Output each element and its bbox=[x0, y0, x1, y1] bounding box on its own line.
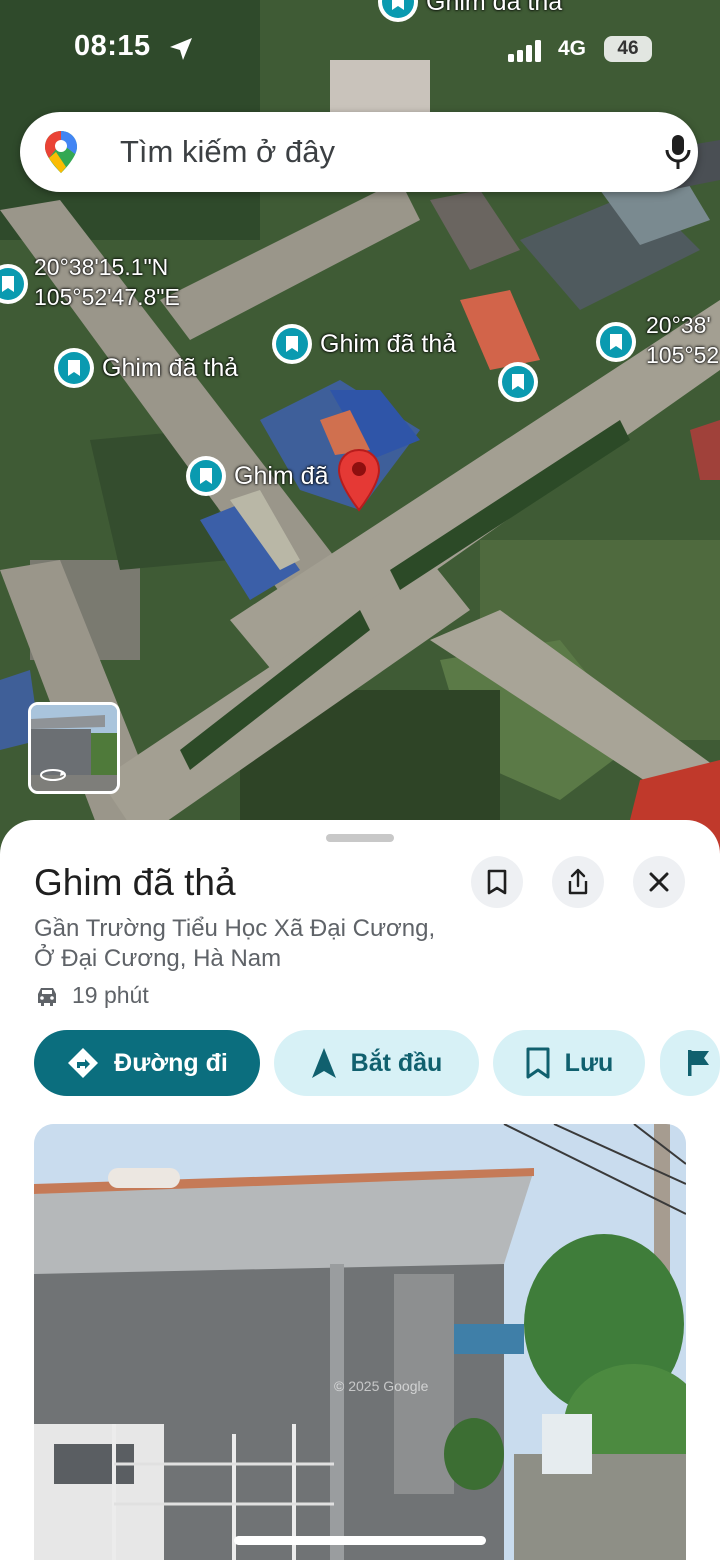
place-bottom-sheet[interactable]: Ghim đã thả Gần Trường Tiểu Học Xã Đại C… bbox=[0, 820, 720, 1560]
longitude-text: 105°52'47.8"E bbox=[34, 284, 180, 310]
coordinates-label-left: 20°38'15.1"N 105°52'47.8"E bbox=[34, 252, 180, 312]
coordinates-label-right: 20°38' 105°52 bbox=[646, 310, 719, 370]
save-label: Lưu bbox=[564, 1048, 614, 1077]
bookmark-pin-icon bbox=[54, 348, 94, 388]
map-pin[interactable]: Ghim đã thả bbox=[54, 348, 238, 388]
bookmark-pin-icon bbox=[272, 324, 312, 364]
photo-watermark: © 2025 Google bbox=[334, 1378, 429, 1394]
action-chips: Đường đi Bắt đầu Lưu bbox=[34, 1030, 720, 1098]
map-pin-partial[interactable] bbox=[0, 264, 28, 304]
map-pin-no-label[interactable] bbox=[596, 322, 636, 362]
bookmark-pin-icon bbox=[0, 264, 28, 304]
drag-handle[interactable] bbox=[326, 834, 394, 842]
flag-icon bbox=[688, 1050, 709, 1076]
dropped-pin-marker-icon[interactable] bbox=[336, 448, 382, 512]
status-bar: 08:15 4G 46 bbox=[0, 0, 720, 100]
clock: 08:15 bbox=[74, 30, 151, 62]
cellular-signal-icon bbox=[508, 40, 541, 62]
place-title: Ghim đã thả bbox=[34, 862, 236, 903]
share-button[interactable] bbox=[552, 856, 604, 908]
longitude-text: 105°52 bbox=[646, 342, 720, 368]
place-address: Gần Trường Tiểu Học Xã Đại Cương, Ở Đại … bbox=[34, 915, 436, 972]
home-indicator[interactable] bbox=[234, 1536, 486, 1545]
save-bookmark-button[interactable] bbox=[471, 856, 523, 908]
start-label: Bắt đầu bbox=[350, 1048, 443, 1077]
save-button[interactable]: Lưu bbox=[493, 1030, 645, 1096]
latitude-text: 20°38'15.1"N bbox=[34, 254, 169, 280]
network-type: 4G bbox=[558, 37, 587, 60]
car-icon bbox=[38, 987, 56, 1006]
bookmark-icon bbox=[526, 1047, 550, 1079]
bookmark-pin-icon bbox=[498, 362, 538, 402]
map-pin-no-label[interactable] bbox=[498, 362, 538, 402]
location-arrow-icon bbox=[170, 38, 192, 60]
directions-button[interactable]: Đường đi bbox=[34, 1030, 260, 1096]
battery-level: 46 bbox=[617, 38, 639, 59]
pin-label: Ghim đã thả bbox=[320, 329, 457, 358]
google-maps-pin-icon bbox=[45, 131, 77, 173]
latitude-text: 20°38' bbox=[646, 312, 711, 338]
pin-label: Ghim đã bbox=[234, 461, 329, 490]
directions-icon bbox=[68, 1048, 99, 1078]
pin-label: Ghim đã thả bbox=[102, 353, 239, 382]
share-icon bbox=[568, 868, 588, 895]
street-view-thumbnail[interactable] bbox=[28, 702, 120, 794]
microphone-icon[interactable] bbox=[664, 134, 692, 170]
street-view-photo[interactable]: © 2025 Google bbox=[34, 1124, 686, 1560]
search-input[interactable]: Tìm kiếm ở đây bbox=[120, 134, 335, 170]
navigation-arrow-icon bbox=[311, 1048, 336, 1078]
search-bar[interactable]: Tìm kiếm ở đây bbox=[20, 112, 698, 192]
travel-time: 19 phút bbox=[34, 982, 149, 1009]
start-navigation-button[interactable]: Bắt đầu bbox=[274, 1030, 479, 1096]
storefront-image bbox=[34, 1124, 686, 1560]
bookmark-icon bbox=[487, 869, 507, 895]
close-button[interactable] bbox=[633, 856, 685, 908]
close-icon bbox=[649, 872, 669, 892]
travel-time-text: 19 phút bbox=[72, 982, 149, 1008]
bookmark-pin-icon bbox=[186, 456, 226, 496]
label-flag-button[interactable] bbox=[660, 1030, 720, 1096]
map-pin[interactable]: Ghim đã thả bbox=[272, 324, 456, 364]
directions-label: Đường đi bbox=[114, 1048, 228, 1077]
battery-icon: 46 bbox=[604, 36, 652, 62]
map-pin[interactable]: Ghim đã bbox=[186, 456, 328, 496]
bookmark-pin-icon bbox=[596, 322, 636, 362]
